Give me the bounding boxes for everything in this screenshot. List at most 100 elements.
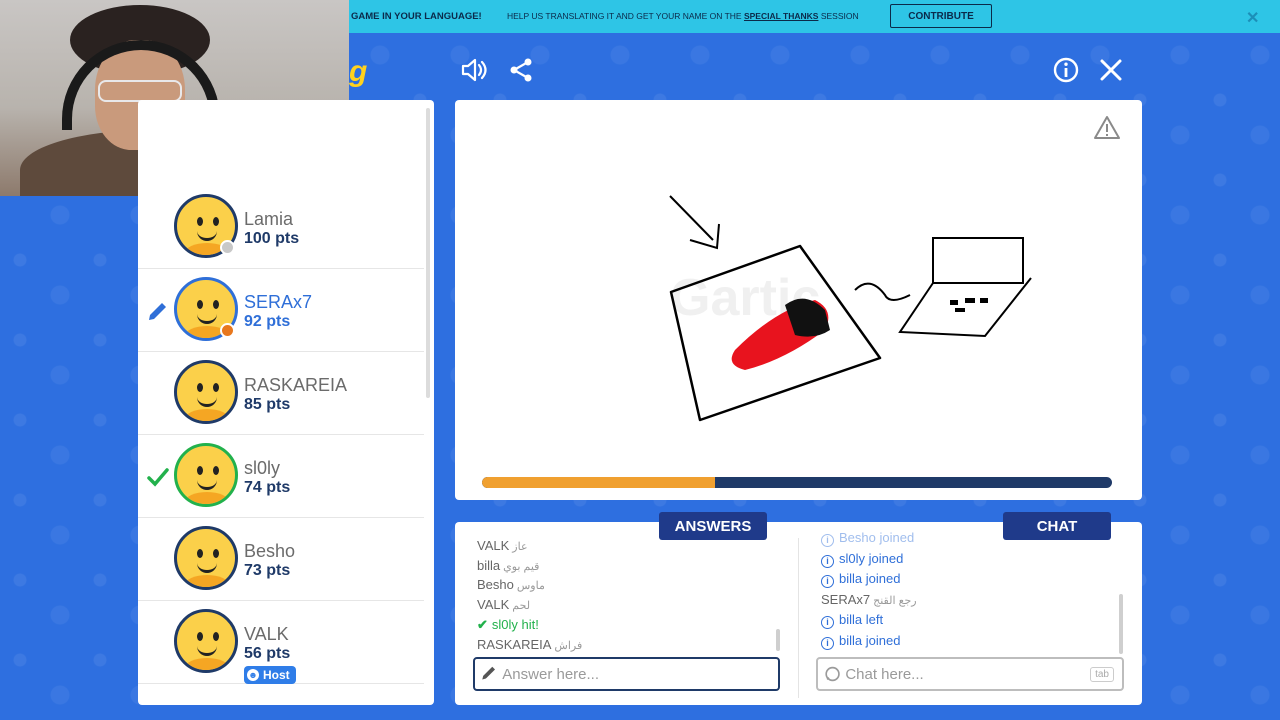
message-text: لحم xyxy=(512,600,531,613)
message-text: left xyxy=(865,612,884,627)
special-thanks-link[interactable]: SPECIAL THANKS xyxy=(744,11,818,21)
info-icon: i xyxy=(821,616,834,629)
contribute-button[interactable]: CONTRIBUTE xyxy=(890,4,992,28)
info-icon: i xyxy=(821,534,834,547)
webcam-glasses xyxy=(98,80,182,102)
banner-close-icon[interactable]: ✕ xyxy=(1246,8,1259,28)
player-row[interactable]: Besho 73 pts xyxy=(138,518,424,601)
player-drawing: Gartic xyxy=(669,195,1032,422)
player-points: 92 pts xyxy=(244,313,291,330)
message-text: ماوس xyxy=(516,580,545,593)
banner-help-suffix: SESSION xyxy=(820,11,859,21)
answer-message: RASKAREIA فراش xyxy=(477,637,582,652)
player-points: 73 pts xyxy=(244,562,291,579)
chat-scrollbar[interactable] xyxy=(1119,594,1123,654)
chat-message: i Besho joined xyxy=(821,530,914,547)
game-logo: g xyxy=(349,55,368,88)
drawing-pencil-icon xyxy=(149,303,166,320)
round-timer-fill xyxy=(482,477,716,488)
player-row[interactable]: RASKAREIA 85 pts xyxy=(138,352,424,435)
answers-scrollbar[interactable] xyxy=(776,629,780,651)
player-name: RASKAREIA xyxy=(244,375,348,395)
info-icon: i xyxy=(821,575,834,588)
message-text: joined xyxy=(868,550,904,566)
host-label: Host xyxy=(263,668,290,682)
player-name: sl0ly xyxy=(244,458,281,478)
info-icon: i xyxy=(821,636,834,650)
share-icon[interactable] xyxy=(507,56,535,84)
pencil-icon xyxy=(482,666,496,680)
message-author: billa xyxy=(839,632,863,648)
host-icon: ☻ xyxy=(247,669,259,681)
message-author: Besho xyxy=(477,577,514,593)
player-avatar xyxy=(174,526,238,590)
message-text: hit! xyxy=(521,616,539,632)
player-list-scrollbar[interactable] xyxy=(426,108,430,398)
message-author: billa xyxy=(839,612,863,627)
drawing-canvas[interactable]: Gartic xyxy=(455,100,1142,500)
close-icon[interactable] xyxy=(1097,56,1125,84)
answer-message: billa قيم بوي xyxy=(477,558,539,573)
message-author: Besho xyxy=(839,530,876,545)
info-icon: i xyxy=(821,554,834,568)
player-status-dot xyxy=(220,240,235,255)
player-avatar xyxy=(174,360,238,424)
banner-help-text: HELP US TRANSLATING IT AND GET YOUR NAME… xyxy=(507,11,859,21)
answers-chat-panel: VALK عاز billa قيم بوي Besho ماوس VALK لحم ✔ sl0l… xyxy=(455,522,1142,705)
chat-message: i sl0ly joined xyxy=(821,551,903,568)
message-author: sl0ly xyxy=(491,616,518,632)
check-icon: ✔ xyxy=(477,616,488,632)
message-text: joined xyxy=(865,571,901,586)
player-row[interactable]: sl0ly 74 pts xyxy=(138,435,424,518)
message-text: joined xyxy=(865,632,901,648)
message-author: VALK xyxy=(477,597,510,613)
round-timer-bar xyxy=(482,477,1112,488)
player-row[interactable]: Lamia 100 pts xyxy=(138,186,424,269)
message-author: RASKAREIA xyxy=(477,636,552,652)
chat-input-box[interactable]: tab xyxy=(816,657,1124,691)
host-badge: ☻ Host xyxy=(244,666,296,684)
guessed-check-icon xyxy=(147,468,169,487)
chat-bubble-icon xyxy=(825,666,840,682)
player-row[interactable]: VALK 56 pts ☻ Host xyxy=(138,601,424,684)
player-name: Besho xyxy=(244,541,296,561)
message-author: billa xyxy=(839,571,863,586)
sound-icon[interactable] xyxy=(460,56,488,84)
tab-key-hint: tab xyxy=(1090,667,1114,682)
message-author: billa xyxy=(477,557,501,573)
answers-tab[interactable]: ANSWERS xyxy=(659,512,767,540)
chat-message: i billa joined xyxy=(821,571,900,588)
message-text: عاز xyxy=(512,541,528,553)
chat-tab[interactable]: CHAT xyxy=(1003,512,1111,540)
message-text: فراش xyxy=(554,639,583,652)
player-points: 85 pts xyxy=(244,396,291,413)
answer-message: VALK لحم xyxy=(477,597,530,612)
chat-message: i billa left xyxy=(821,612,883,629)
message-text: joined xyxy=(879,530,915,545)
player-name: Lamia xyxy=(244,209,294,229)
player-avatar xyxy=(174,443,238,507)
player-points: 74 pts xyxy=(244,479,291,496)
player-name: SERAx7 xyxy=(244,292,313,312)
answer-input[interactable] xyxy=(502,665,778,683)
chat-input[interactable] xyxy=(845,665,1122,683)
chat-message: i billa joined xyxy=(821,633,900,650)
player-points: 56 pts xyxy=(244,645,291,662)
message-text: قيم بوي xyxy=(503,560,540,573)
player-list: Lamia 100 pts SERAx7 92 pts RASKAREIA 85… xyxy=(138,100,434,705)
message-author: sl0ly xyxy=(839,550,866,566)
answer-message: ✔ sl0ly hit! xyxy=(477,617,539,633)
banner-help-prefix: HELP US TRANSLATING IT AND GET YOUR NAME… xyxy=(507,11,742,21)
player-avatar xyxy=(174,609,238,673)
answer-input-box[interactable] xyxy=(473,657,780,691)
panel-divider xyxy=(798,538,799,698)
answer-message: Besho ماوس xyxy=(477,577,545,592)
answer-message: VALK عاز xyxy=(477,538,528,553)
message-author: SERAx7 xyxy=(821,591,871,607)
info-icon[interactable] xyxy=(1052,56,1080,84)
message-text: رجع القنج xyxy=(873,594,917,607)
chat-message: SERAx7 رجع القنج xyxy=(821,592,917,607)
player-name: VALK xyxy=(244,624,289,644)
player-row[interactable]: SERAx7 92 pts xyxy=(138,269,424,352)
banner-title: GAME IN YOUR LANGUAGE! xyxy=(351,11,482,22)
